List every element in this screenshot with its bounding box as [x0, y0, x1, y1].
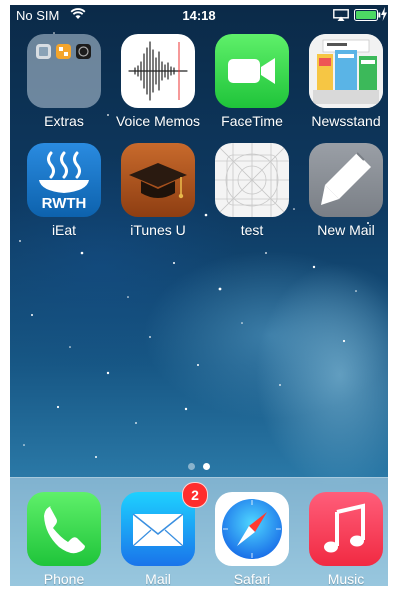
clock: 14:18: [182, 8, 216, 23]
notification-badge: 2: [182, 482, 208, 508]
voice-memos-icon: [121, 34, 195, 108]
ieat-logo-text: RWTH: [41, 195, 87, 212]
home-screen: No SIM 14:18 Extras Voice Memos FaceTime…: [10, 5, 388, 586]
app-extras-folder[interactable]: Extras: [19, 34, 109, 129]
app-facetime[interactable]: FaceTime: [207, 34, 297, 129]
dock-app-safari[interactable]: Safari: [207, 492, 297, 586]
app-label: Newsstand: [311, 113, 381, 129]
app-label: Safari: [233, 571, 271, 586]
app-label: Extras: [44, 113, 84, 129]
newsstand-icon: [309, 34, 383, 108]
facetime-icon: [215, 34, 289, 108]
new-mail-icon: [309, 143, 383, 217]
airplay-icon: [333, 9, 349, 21]
app-label: Phone: [43, 571, 85, 586]
phone-icon: [27, 492, 101, 566]
app-label: test: [240, 222, 264, 238]
blank-app-icon: [215, 143, 289, 217]
app-label: Voice Memos: [115, 113, 201, 129]
app-new-mail[interactable]: New Mail: [301, 143, 388, 238]
folder-icon: [27, 34, 101, 108]
app-label: New Mail: [317, 222, 375, 238]
app-ieat[interactable]: RWTH iEat: [19, 143, 109, 238]
dock: Phone Mail 2 Safari Music: [10, 477, 388, 586]
charging-bolt-icon: [381, 7, 387, 21]
app-newsstand[interactable]: Newsstand: [301, 34, 388, 129]
dock-app-phone[interactable]: Phone: [19, 492, 109, 586]
status-bar: No SIM 14:18: [10, 5, 388, 27]
page-dot: [188, 463, 195, 470]
app-label: Mail: [145, 571, 171, 586]
battery-icon: [354, 9, 381, 21]
app-voice-memos[interactable]: Voice Memos: [113, 34, 203, 129]
page-dot-current: [203, 463, 210, 470]
page-indicator[interactable]: [10, 457, 388, 475]
music-icon: [309, 492, 383, 566]
app-test[interactable]: test: [207, 143, 297, 238]
app-label: Music: [327, 571, 365, 586]
app-label: FaceTime: [221, 113, 283, 129]
safari-icon: [215, 492, 289, 566]
ieat-icon: RWTH: [27, 143, 101, 217]
app-itunes-u[interactable]: iTunes U: [113, 143, 203, 238]
dock-app-music[interactable]: Music: [301, 492, 388, 586]
itunes-u-icon: [121, 143, 195, 217]
app-label: iTunes U: [130, 222, 186, 238]
app-label: iEat: [51, 222, 77, 238]
